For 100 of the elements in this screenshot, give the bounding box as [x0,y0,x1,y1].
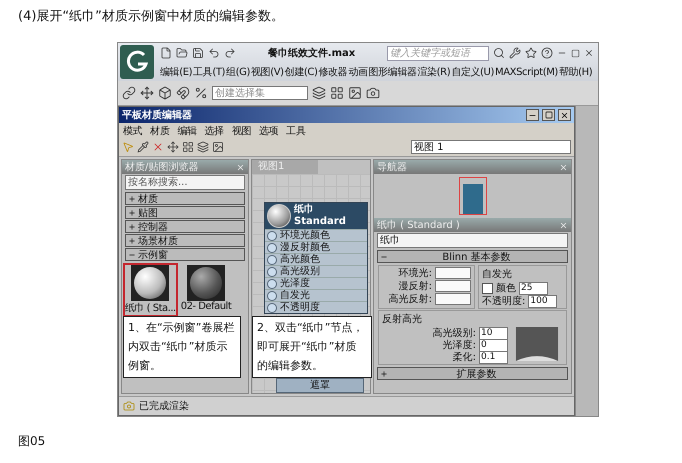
minimize-button[interactable] [526,109,539,121]
move-icon[interactable] [140,86,154,100]
menu-item[interactable]: 选择 [204,124,224,138]
group-title: 反射高光 [382,312,423,326]
menu-item[interactable]: 组(G) [226,65,250,79]
menu-item[interactable]: 工具 [286,124,306,138]
slot-label: 高光颜色 [280,254,320,265]
wrench-icon[interactable] [508,47,521,59]
menu-item[interactable]: 视图(V) [251,65,284,79]
link-icon[interactable] [122,86,136,100]
number-field[interactable]: 0.1 [479,350,508,364]
menu-item[interactable]: 修改器 [318,65,348,79]
sphere-preview [134,267,166,299]
view-dropdown[interactable]: 视图 1 [411,140,571,154]
callout-note: 2、双击“纸巾”节点，即可展开“纸巾”材质的编辑参数。 [252,316,372,378]
delete-icon[interactable] [152,141,164,153]
camera-icon[interactable] [366,86,380,100]
close-icon [560,110,569,120]
callout-note: 1、在“示例窗”卷展栏内双击“纸巾”材质示例窗。 [123,316,241,378]
sample-slot[interactable]: 02- Default [178,263,234,317]
color-swatch[interactable] [435,267,472,279]
menu-item[interactable]: 动画 [348,65,368,79]
rollout-header[interactable]: Blinn 基本参数 [377,250,568,263]
color-swatch[interactable] [435,280,472,292]
undo-icon[interactable] [208,47,220,59]
number-field[interactable]: 100 [528,294,558,308]
menu-item[interactable]: 视图 [232,124,252,138]
menu-item[interactable]: 图形编辑器 [368,65,416,79]
checkbox[interactable] [482,282,494,294]
number-field[interactable]: 0 [479,338,508,352]
name-field[interactable]: 纸巾 [377,233,568,248]
maximize-icon [544,111,552,119]
node-bar[interactable]: 遮罩 [276,378,364,393]
menu-item[interactable]: 选项 [259,124,278,138]
sphere-preview [267,204,291,228]
eyedropper-icon[interactable] [137,141,149,153]
star-icon[interactable] [524,47,537,59]
menu-item[interactable]: 帮助(H) [558,65,592,79]
layers-icon[interactable] [197,141,209,153]
search-icon[interactable] [492,47,505,59]
rollout-header[interactable]: 示例窗 [125,248,245,261]
field-label: 环境光: [398,266,432,280]
magnet-icon[interactable] [176,86,190,100]
node-header[interactable]: 纸巾 Standard [265,203,367,229]
number-field[interactable]: 25 [519,282,548,294]
slot-label: 不透明度 [280,302,320,313]
menu-item[interactable]: 工具(T) [193,65,226,79]
close-button[interactable] [558,109,571,121]
sample-slot[interactable]: 纸巾 ( Sta... [123,263,178,317]
app-logo-icon[interactable] [120,45,154,79]
field-label: 高光级别: [432,326,476,340]
rollout-header[interactable]: 控制器 [125,220,245,233]
new-file-icon[interactable] [160,47,172,59]
menu-item[interactable]: 创建(C) [284,65,318,79]
selection-set-dropdown[interactable]: 创建选择集 [212,86,308,100]
layers-icon[interactable] [312,86,326,100]
save-icon[interactable] [192,47,204,59]
grid-icon[interactable] [182,141,194,153]
menu-item[interactable]: 材质 [150,124,170,138]
rollout-header[interactable]: 材质 [125,192,245,205]
slot-label: 环境光颜色 [280,230,330,241]
image-icon[interactable] [212,141,224,153]
search-field[interactable]: 按名称搜索... [125,175,245,190]
menu-item[interactable]: 模式 [123,124,142,138]
rollout-header[interactable]: 场景材质 [125,234,245,247]
menu-item[interactable]: MAXScript(M) [494,66,558,78]
menu-item[interactable]: 编辑(E) [160,65,192,79]
field-label: 光泽度: [442,338,476,352]
maximize-button[interactable] [542,109,555,121]
image-icon[interactable] [348,86,362,100]
menu-item[interactable]: 渲染(R) [417,65,450,79]
sphere-preview [190,267,222,299]
node-thumbnail [462,184,482,214]
slot-label: 高光级别 [280,266,320,277]
menu-item[interactable]: 编辑 [177,124,197,138]
move-icon[interactable] [167,141,179,153]
close-icon[interactable] [584,48,594,58]
slot-label: 光泽度 [280,278,310,289]
percent-icon[interactable] [194,86,208,100]
checkbox-label: 颜色 [496,282,516,295]
maximize-icon[interactable] [570,48,580,58]
navigator-frame[interactable] [458,177,486,215]
panel-title: 纸巾 ( Standard ) [377,218,460,232]
color-swatch[interactable] [435,293,472,305]
help-icon[interactable] [540,47,553,59]
slot-label: 漫反射颜色 [280,242,330,253]
number-field[interactable]: 10 [479,326,508,340]
field-label: 漫反射: [398,280,432,293]
rollout-header[interactable]: 扩展参数 [377,367,568,380]
status-text: 已完成渲染 [139,400,189,413]
grid-icon[interactable] [330,86,344,100]
group-title: 自发光 [482,268,514,281]
redo-icon[interactable] [224,47,236,59]
open-folder-icon[interactable] [176,47,188,59]
window-title: 餐巾纸效文件.max [268,46,356,60]
field-label: 高光反射: [388,292,432,306]
rollout-header[interactable]: 贴图 [125,206,245,219]
menu-item[interactable]: 自定义(U) [451,65,494,79]
box-icon[interactable] [158,86,172,100]
window-title: 平板材质编辑器 [122,108,193,122]
